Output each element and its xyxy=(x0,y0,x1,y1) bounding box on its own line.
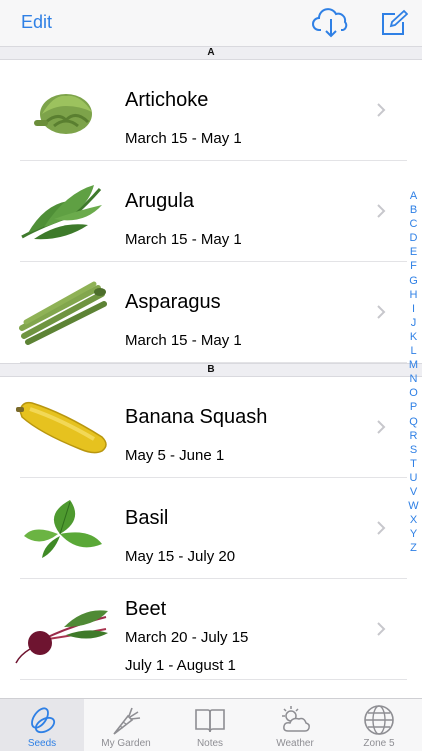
index-letter[interactable]: B xyxy=(405,203,422,217)
list-item-beet[interactable]: Beet March 20 - July 15 July 1 - August … xyxy=(0,579,422,680)
index-letter[interactable]: L xyxy=(405,344,422,358)
index-letter[interactable]: O xyxy=(405,386,422,400)
chevron-right-icon xyxy=(377,521,386,535)
chevron-right-icon xyxy=(377,420,386,434)
tab-label: Notes xyxy=(196,738,224,749)
list-item-asparagus[interactable]: Asparagus March 15 - May 1 xyxy=(0,262,422,363)
chevron-right-icon xyxy=(377,103,386,117)
list-item-artichoke[interactable]: Artichoke March 15 - May 1 xyxy=(0,60,422,161)
row-divider xyxy=(20,679,407,680)
row-divider xyxy=(20,362,407,363)
index-letter[interactable]: R xyxy=(405,429,422,443)
tab-label: My Garden xyxy=(101,738,151,749)
cloud-download-icon[interactable] xyxy=(312,6,350,40)
tab-my-garden[interactable]: My Garden xyxy=(84,699,168,751)
index-letter[interactable]: X xyxy=(405,513,422,527)
section-index[interactable]: A B C D E F G H I J K L M N O P Q R S T … xyxy=(405,189,422,555)
compose-icon[interactable] xyxy=(380,9,408,37)
basil-image xyxy=(24,500,102,558)
chevron-right-icon xyxy=(377,305,386,319)
index-letter[interactable]: N xyxy=(405,372,422,386)
artichoke-image xyxy=(34,94,92,134)
index-letter[interactable]: S xyxy=(405,443,422,457)
tab-label: Seeds xyxy=(27,738,57,749)
navigation-bar: Edit xyxy=(0,0,422,47)
index-letter[interactable]: Z xyxy=(405,541,422,555)
tab-zone[interactable]: Zone 5 xyxy=(337,699,421,751)
seed-list[interactable]: A Artichoke March 15 - May 1 Arugula Mar… xyxy=(0,46,422,698)
index-letter[interactable]: H xyxy=(405,288,422,302)
weather-icon xyxy=(282,706,310,732)
index-letter[interactable]: W xyxy=(405,499,422,513)
seed-dates: March 20 - July 15 xyxy=(125,629,249,646)
index-letter[interactable]: I xyxy=(405,302,422,316)
seed-name: Arugula xyxy=(125,190,194,212)
arugula-image xyxy=(21,185,102,240)
index-letter[interactable]: T xyxy=(405,457,422,471)
list-item-banana-squash[interactable]: Banana Squash May 5 - June 1 xyxy=(0,377,422,478)
banana-squash-image xyxy=(16,401,107,454)
index-letter[interactable]: Q xyxy=(405,415,422,429)
seed-dates: March 15 - May 1 xyxy=(125,130,242,147)
chevron-right-icon xyxy=(377,204,386,218)
seed-name: Artichoke xyxy=(125,89,209,111)
seed-dates-second: July 1 - August 1 xyxy=(125,657,236,674)
tab-notes[interactable]: Notes xyxy=(168,699,252,751)
list-item-arugula[interactable]: Arugula March 15 - May 1 xyxy=(0,161,422,262)
seed-dates: March 15 - May 1 xyxy=(125,231,242,248)
book-icon xyxy=(195,709,225,733)
index-letter[interactable]: Y xyxy=(405,527,422,541)
asparagus-image xyxy=(19,281,107,345)
index-letter[interactable]: G xyxy=(405,274,422,288)
list-item-basil[interactable]: Basil May 15 - July 20 xyxy=(0,478,422,579)
seeds-icon xyxy=(31,707,56,734)
tab-weather[interactable]: Weather xyxy=(253,699,337,751)
chevron-right-icon xyxy=(377,622,386,636)
seed-dates: May 15 - July 20 xyxy=(125,548,236,565)
globe-icon xyxy=(364,705,394,735)
tab-bar: Seeds My Garden Notes Weather Zone 5 xyxy=(0,698,422,751)
index-letter[interactable]: D xyxy=(405,231,422,245)
tab-seeds[interactable]: Seeds xyxy=(0,699,84,751)
index-letter[interactable]: J xyxy=(405,316,422,330)
index-letter[interactable]: C xyxy=(405,217,422,231)
seed-name: Asparagus xyxy=(125,291,221,313)
tab-label: Weather xyxy=(276,738,314,749)
index-letter[interactable]: M xyxy=(405,358,422,372)
index-letter[interactable]: K xyxy=(405,330,422,344)
seed-dates: March 15 - May 1 xyxy=(125,332,242,349)
seed-name: Banana Squash xyxy=(125,406,268,428)
seed-dates: May 5 - June 1 xyxy=(125,447,225,464)
index-letter[interactable]: E xyxy=(405,245,422,259)
tab-label: Zone 5 xyxy=(363,738,395,749)
section-header-b: B xyxy=(0,363,422,377)
seed-name: Beet xyxy=(125,598,167,620)
index-letter[interactable]: F xyxy=(405,259,422,273)
index-letter[interactable]: V xyxy=(405,485,422,499)
index-letter[interactable]: A xyxy=(405,189,422,203)
beet-image xyxy=(15,610,108,664)
seed-name: Basil xyxy=(125,507,169,529)
index-letter[interactable]: U xyxy=(405,471,422,485)
edit-button[interactable]: Edit xyxy=(21,11,52,33)
carrot-icon xyxy=(113,707,141,735)
index-letter[interactable]: P xyxy=(405,400,422,414)
section-header-a: A xyxy=(0,46,422,60)
